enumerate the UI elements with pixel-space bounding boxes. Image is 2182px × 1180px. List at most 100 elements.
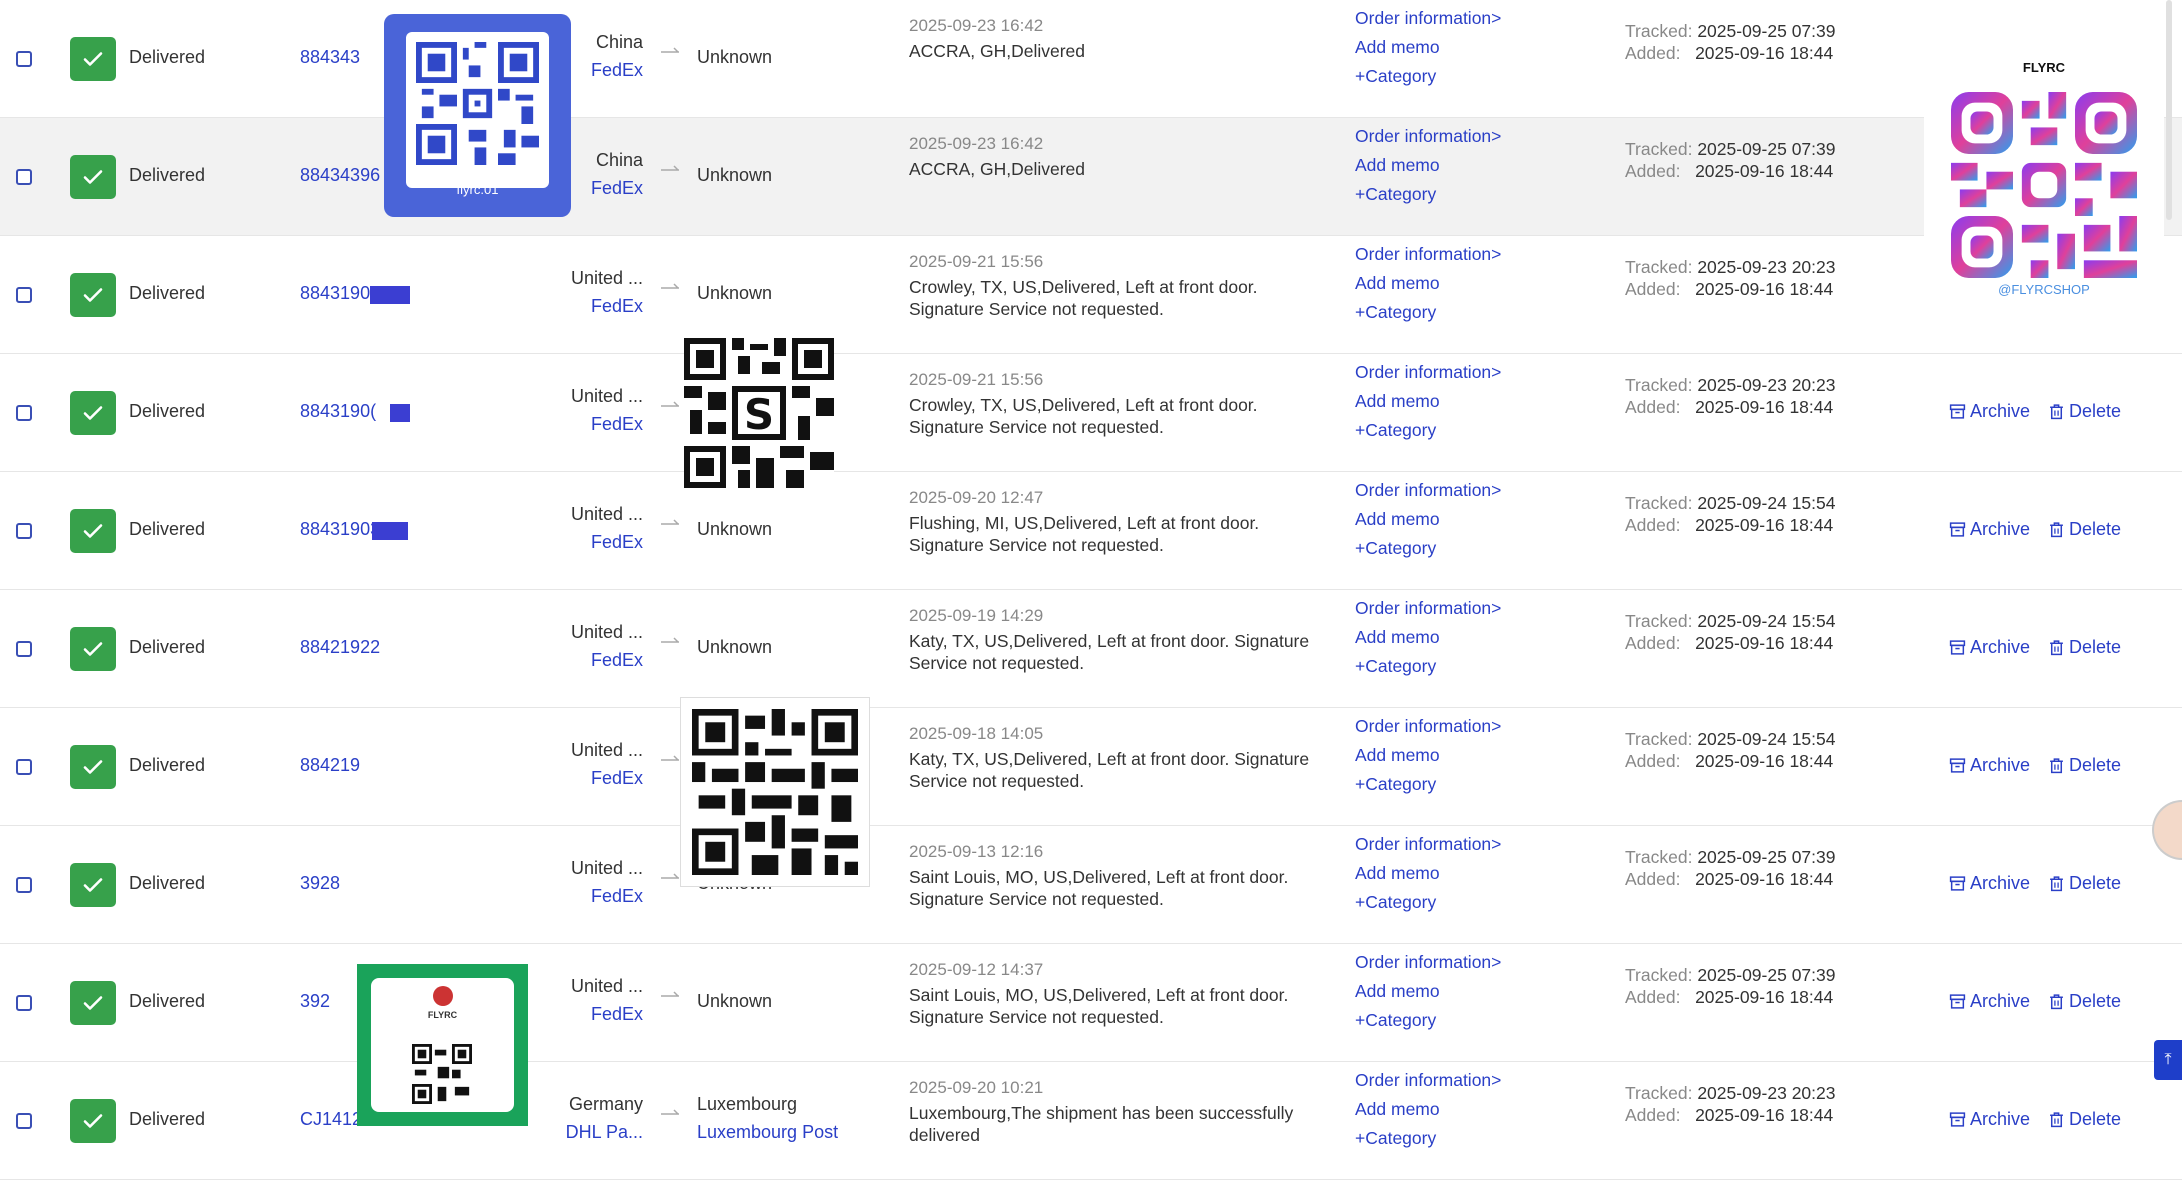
delete-button[interactable]: Delete <box>2048 401 2121 422</box>
tracking-number-link[interactable]: 88434396 <box>300 165 380 186</box>
destination-cell: Unknown <box>697 637 772 657</box>
origin-carrier-link[interactable]: FedEx <box>571 528 643 556</box>
add-category-link[interactable]: +Category <box>1355 416 1501 445</box>
origin-carrier-link[interactable]: DHL Pa... <box>566 1118 643 1146</box>
table-row[interactable]: Delivered CJ1412 Germany DHL Pa... Luxem… <box>0 1062 2182 1180</box>
archive-button[interactable]: Archive <box>1949 1109 2030 1130</box>
add-memo-link[interactable]: Add memo <box>1355 269 1501 298</box>
order-information-link[interactable]: Order information> <box>1355 948 1501 977</box>
table-row[interactable]: Delivered 3928 United ... FedEx Unknown … <box>0 826 2182 944</box>
tracking-number-link[interactable]: 884343 <box>300 47 360 68</box>
tracking-number-link[interactable]: 3928 <box>300 873 340 894</box>
add-category-link[interactable]: +Category <box>1355 534 1501 563</box>
archive-icon <box>1949 640 1966 655</box>
add-memo-link[interactable]: Add memo <box>1355 505 1501 534</box>
order-information-link[interactable]: Order information> <box>1355 1066 1501 1095</box>
add-category-link[interactable]: +Category <box>1355 652 1501 681</box>
origin-carrier-link[interactable]: FedEx <box>571 1000 643 1028</box>
delete-button[interactable]: Delete <box>2048 873 2121 894</box>
archive-button[interactable]: Archive <box>1949 755 2030 776</box>
add-category-link[interactable]: +Category <box>1355 1006 1501 1035</box>
row-checkbox[interactable] <box>16 523 32 539</box>
svg-text:S: S <box>744 390 774 439</box>
logo-icon <box>433 986 453 1006</box>
add-memo-link[interactable]: Add memo <box>1355 151 1501 180</box>
row-checkbox[interactable] <box>16 287 32 303</box>
table-row[interactable]: Delivered 8843190( United ... FedEx Unkn… <box>0 354 2182 472</box>
tracking-number-link[interactable]: 8843190( <box>300 401 376 422</box>
table-row[interactable]: Delivered 88431903 United ... FedEx Unkn… <box>0 472 2182 590</box>
event-time: 2025-09-20 12:47 <box>909 488 1044 507</box>
row-checkbox[interactable] <box>16 641 32 657</box>
tracking-number-link[interactable]: 392 <box>300 991 330 1012</box>
add-memo-link[interactable]: Add memo <box>1355 33 1501 62</box>
add-memo-link[interactable]: Add memo <box>1355 741 1501 770</box>
order-information-link[interactable]: Order information> <box>1355 4 1501 33</box>
timestamps: Tracked: 2025-09-24 15:54 Added: 2025-09… <box>1625 728 1835 772</box>
origin-country: China <box>595 32 643 52</box>
tracked-time: 2025-09-25 07:39 <box>1697 965 1836 985</box>
order-information-link[interactable]: Order information> <box>1355 712 1501 741</box>
row-operations: Archive Delete <box>1949 755 2121 776</box>
table-row[interactable]: Delivered 884343 China FedEx Unknown 202… <box>0 0 2182 118</box>
add-memo-link[interactable]: Add memo <box>1355 977 1501 1006</box>
row-checkbox[interactable] <box>16 51 32 67</box>
tracking-number-link[interactable]: 884219 <box>300 755 360 776</box>
add-category-link[interactable]: +Category <box>1355 888 1501 917</box>
add-memo-link[interactable]: Add memo <box>1355 1095 1501 1124</box>
add-memo-link[interactable]: Add memo <box>1355 623 1501 652</box>
row-checkbox[interactable] <box>16 995 32 1011</box>
order-information-link[interactable]: Order information> <box>1355 830 1501 859</box>
table-row[interactable]: Delivered 884219 United ... FedEx Unknow… <box>0 708 2182 826</box>
order-information-link[interactable]: Order information> <box>1355 122 1501 151</box>
add-category-link[interactable]: +Category <box>1355 298 1501 327</box>
table-row[interactable]: Delivered 88431909 United ... FedEx Unkn… <box>0 236 2182 354</box>
origin-cell: China FedEx <box>591 146 643 202</box>
order-information-link[interactable]: Order information> <box>1355 476 1501 505</box>
origin-carrier-link[interactable]: FedEx <box>571 764 643 792</box>
table-row[interactable]: Delivered 88421922 United ... FedEx Unkn… <box>0 590 2182 708</box>
archive-button[interactable]: Archive <box>1949 637 2030 658</box>
row-checkbox[interactable] <box>16 1113 32 1129</box>
origin-cell: United ... FedEx <box>571 264 643 320</box>
row-checkbox[interactable] <box>16 877 32 893</box>
add-category-link[interactable]: +Category <box>1355 180 1501 209</box>
row-checkbox[interactable] <box>16 405 32 421</box>
origin-carrier-link[interactable]: FedEx <box>571 646 643 674</box>
delete-button[interactable]: Delete <box>2048 755 2121 776</box>
add-category-link[interactable]: +Category <box>1355 62 1501 91</box>
delete-button[interactable]: Delete <box>2048 637 2121 658</box>
origin-carrier-link[interactable]: FedEx <box>591 56 643 84</box>
origin-carrier-link[interactable]: FedEx <box>591 174 643 202</box>
delete-button[interactable]: Delete <box>2048 991 2121 1012</box>
row-checkbox[interactable] <box>16 169 32 185</box>
table-row[interactable]: Delivered 88434396 China FedEx Unknown 2… <box>0 118 2182 236</box>
add-memo-link[interactable]: Add memo <box>1355 859 1501 888</box>
order-information-link[interactable]: Order information> <box>1355 594 1501 623</box>
order-information-link[interactable]: Order information> <box>1355 358 1501 387</box>
origin-country: United ... <box>570 976 643 996</box>
add-category-link[interactable]: +Category <box>1355 770 1501 799</box>
back-to-top-button[interactable]: ⤒ <box>2154 1040 2182 1080</box>
archive-button[interactable]: Archive <box>1949 519 2030 540</box>
origin-carrier-link[interactable]: FedEx <box>571 410 643 438</box>
archive-button[interactable]: Archive <box>1949 873 2030 894</box>
archive-button[interactable]: Archive <box>1949 401 2030 422</box>
tracking-number-link[interactable]: 88421922 <box>300 637 380 658</box>
tracking-number-link[interactable]: 88431909 <box>300 283 380 304</box>
tracking-number-link[interactable]: 88431903 <box>300 519 380 540</box>
add-category-link[interactable]: +Category <box>1355 1124 1501 1153</box>
destination-carrier-link[interactable]: Luxembourg Post <box>697 1118 838 1146</box>
tracked-time: 2025-09-24 15:54 <box>1697 729 1836 749</box>
row-checkbox[interactable] <box>16 759 32 775</box>
delete-button[interactable]: Delete <box>2048 1109 2121 1130</box>
delete-button[interactable]: Delete <box>2048 519 2121 540</box>
origin-carrier-link[interactable]: FedEx <box>571 882 643 910</box>
archive-button[interactable]: Archive <box>1949 991 2030 1012</box>
table-row[interactable]: Delivered 392 United ... FedEx Unknown 2… <box>0 944 2182 1062</box>
order-information-link[interactable]: Order information> <box>1355 240 1501 269</box>
add-memo-link[interactable]: Add memo <box>1355 387 1501 416</box>
tracking-number-link[interactable]: CJ1412 <box>300 1109 362 1130</box>
origin-carrier-link[interactable]: FedEx <box>571 292 643 320</box>
scrollbar[interactable] <box>2166 0 2172 220</box>
